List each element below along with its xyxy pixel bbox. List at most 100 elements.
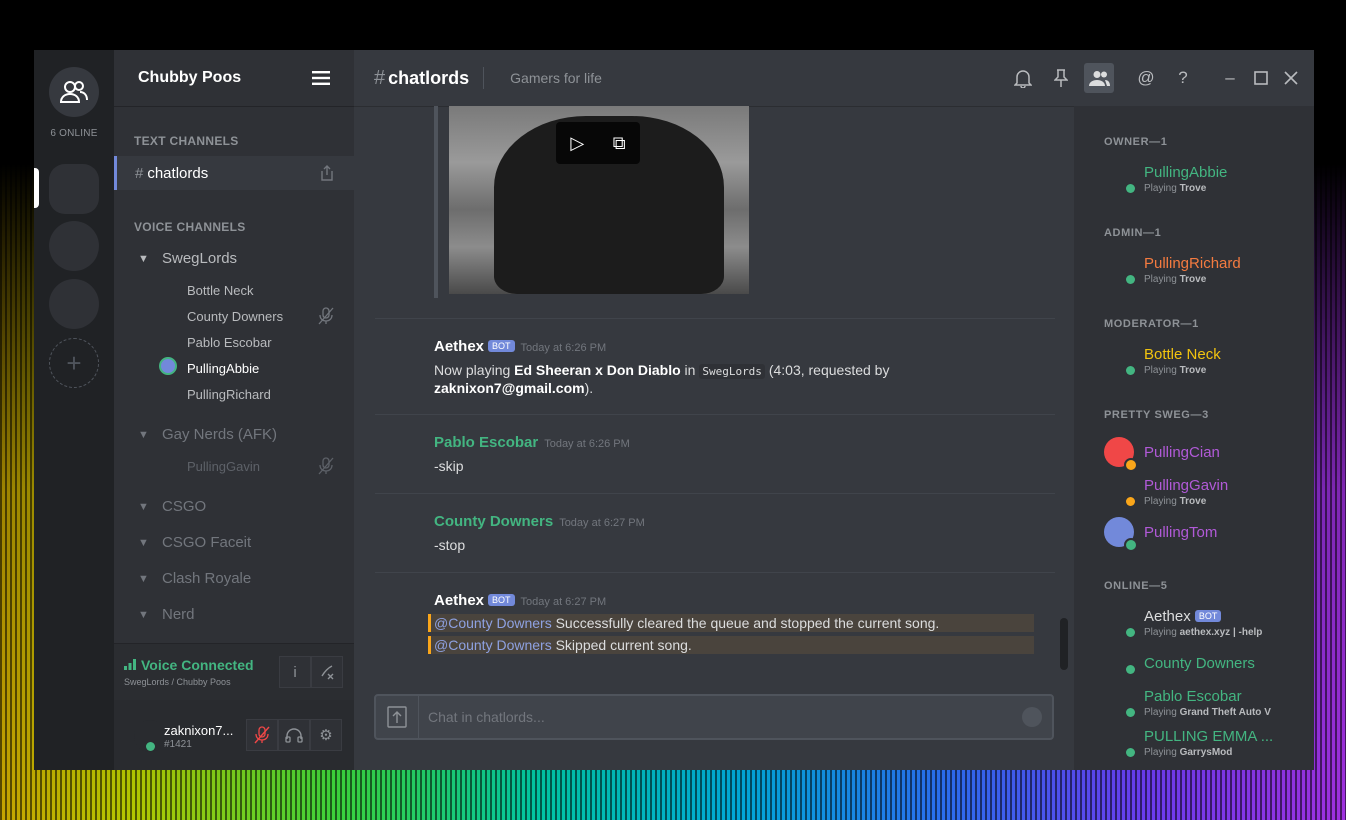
video-thumbnail[interactable]: ▷ ⧉ (449, 106, 749, 294)
member-list: OWNER—1 PullingAbbie Playing Trove ADMIN… (1074, 106, 1314, 770)
voice-user[interactable]: County Downers (187, 309, 283, 324)
message-timestamp: Today at 6:26 PM (520, 342, 607, 354)
minimize-icon[interactable]: – (1218, 66, 1242, 90)
voice-channel-name: CSGO Faceit (162, 534, 252, 551)
video-controls: ▷ ⧉ (556, 122, 640, 164)
message: Pablo Escobar Today at 6:26 PM -skip (434, 434, 630, 475)
discord-window: 6 ONLINE + Chubby Poos TEXT CHANNELS # c… (34, 50, 1314, 770)
server-icon[interactable] (49, 279, 99, 329)
online-count: 6 ONLINE (50, 128, 98, 139)
message: Aethex BOT Today at 6:26 PM Now playing Ed… (434, 338, 889, 397)
chevron-down-icon: ▼ (138, 536, 149, 549)
voice-user-speaking[interactable]: PullingAbbie (187, 361, 259, 376)
user-mention[interactable]: @County Downers (434, 637, 552, 653)
online-status-dot (1126, 366, 1135, 375)
pinned-messages-icon[interactable] (1049, 66, 1073, 90)
mention-line: @County Downers Skipped current song. (428, 636, 1034, 654)
play-icon[interactable]: ▷ (570, 133, 584, 154)
add-server-button[interactable]: + (49, 338, 99, 388)
server-icon-active[interactable] (49, 164, 99, 214)
connection-info-button[interactable]: i (279, 656, 311, 688)
online-status-dot (1126, 708, 1135, 717)
upload-button[interactable] (376, 696, 419, 738)
hash-icon: # (135, 164, 144, 182)
muted-mic-icon (254, 726, 270, 744)
message-divider (375, 493, 1055, 494)
emoji-icon[interactable] (1022, 707, 1042, 727)
user-settings-button[interactable]: ⚙ (310, 719, 342, 751)
voice-user[interactable]: PullingGavin (187, 459, 260, 474)
server-header[interactable]: Chubby Poos (114, 50, 354, 107)
voice-channel-csgo-faceit[interactable]: ▼ CSGO Faceit (138, 534, 251, 551)
member-name: Aethex BOT (1144, 608, 1222, 625)
online-status-dot (146, 742, 155, 751)
member-group-header: OWNER—1 (1104, 136, 1168, 148)
message-input-box: Chat in chatlords... (374, 694, 1054, 740)
mentions-icon[interactable]: @ (1134, 66, 1158, 90)
disconnect-button[interactable] (311, 656, 343, 688)
channel-item-chatlords[interactable]: # chatlords (114, 156, 354, 190)
voice-channel-path: SwegLords / Chubby Poos (124, 677, 231, 687)
voice-channels-category[interactable]: VOICE CHANNELS (134, 220, 246, 234)
channel-title: chatlords (388, 67, 470, 88)
chevron-down-icon: ▼ (138, 572, 149, 585)
close-icon[interactable] (1279, 66, 1303, 90)
message-content: -stop (434, 537, 466, 553)
message-divider (375, 572, 1055, 573)
message-author[interactable]: County Downers (434, 513, 553, 530)
online-status-dot (1126, 665, 1135, 674)
member-activity: Playing GarrysMod (1144, 747, 1233, 758)
member-group-header: ADMIN—1 (1104, 227, 1162, 239)
hamburger-menu-icon[interactable] (312, 71, 330, 85)
idle-status-dot (1126, 497, 1135, 506)
voice-channel-csgo[interactable]: ▼ CSGO (138, 498, 206, 515)
voice-channel-clash-royale[interactable]: ▼ Clash Royale (138, 570, 251, 587)
friends-icon (59, 81, 88, 103)
online-status-dot (1126, 184, 1135, 193)
server-icon[interactable] (49, 221, 99, 271)
friends-home-button[interactable] (49, 67, 99, 117)
notification-bell-icon[interactable] (1011, 66, 1035, 90)
mute-button[interactable] (246, 719, 278, 751)
voice-channel-gay-nerds-afk[interactable]: ▼ Gay Nerds (AFK) (138, 426, 277, 443)
voice-user[interactable]: Pablo Escobar (187, 335, 272, 350)
requester-email: zaknixon7@gmail.com (434, 380, 585, 396)
member-name: County Downers (1144, 655, 1255, 672)
voice-channel-name: Gay Nerds (AFK) (162, 426, 278, 443)
chat-scrollbar[interactable] (1060, 618, 1068, 670)
voice-channel-nerd[interactable]: ▼ Nerd (138, 606, 195, 623)
message-timestamp: Today at 6:27 PM (520, 596, 607, 608)
online-status-dot (1126, 275, 1135, 284)
deafen-button[interactable] (278, 719, 310, 751)
help-icon[interactable]: ? (1171, 66, 1195, 90)
user-mention[interactable]: @County Downers (434, 615, 552, 631)
username: zaknixon7... (164, 723, 234, 738)
channel-sidebar: Chubby Poos TEXT CHANNELS # chatlords VO… (114, 50, 354, 770)
embed-border (434, 106, 438, 298)
message-author[interactable]: Aethex (434, 338, 484, 355)
voice-channel-sweglords[interactable]: ▼ SwegLords (138, 250, 237, 267)
muted-mic-icon (318, 307, 334, 325)
maximize-icon[interactable] (1249, 66, 1273, 90)
bot-badge: BOT (488, 594, 515, 606)
headphones-icon (285, 728, 303, 743)
voice-user[interactable]: Bottle Neck (187, 283, 253, 298)
member-activity: Playing Trove (1144, 365, 1207, 376)
voice-status[interactable]: Voice Connected (141, 657, 254, 673)
chevron-down-icon: ▼ (138, 428, 149, 441)
message-author[interactable]: Aethex (434, 592, 484, 609)
invite-icon[interactable] (320, 165, 334, 181)
text-channels-category[interactable]: TEXT CHANNELS (134, 134, 239, 148)
message-author[interactable]: Pablo Escobar (434, 434, 538, 451)
member-list-toggle-icon[interactable] (1084, 63, 1114, 93)
info-icon: i (293, 663, 297, 681)
online-status-dot (1126, 748, 1135, 757)
server-rail: 6 ONLINE + (34, 50, 114, 770)
voice-user[interactable]: PullingRichard (187, 387, 271, 402)
voice-channel-name: Nerd (162, 606, 195, 623)
message-input[interactable]: Chat in chatlords... (428, 709, 545, 725)
voice-channel-name: SwegLords (162, 250, 238, 267)
message-timestamp: Today at 6:27 PM (559, 517, 645, 529)
external-link-icon[interactable]: ⧉ (613, 133, 626, 154)
channel-topic[interactable]: Gamers for life (510, 70, 602, 86)
